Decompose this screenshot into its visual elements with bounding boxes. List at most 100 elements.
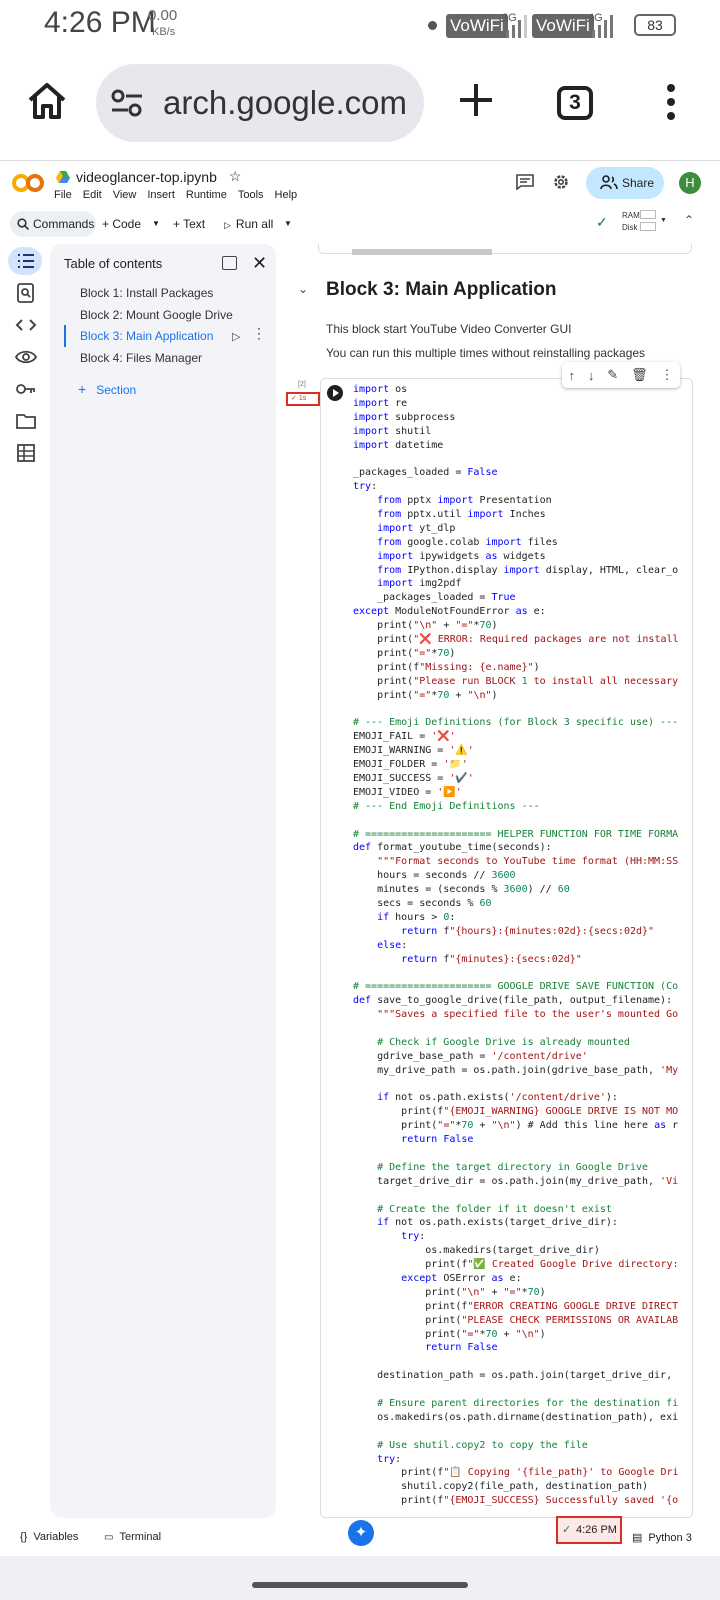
code-line: EMOJI_FAIL = '❌': [353, 731, 456, 743]
notebook-name[interactable]: videoglancer-top.ipynb: [76, 169, 217, 185]
add-code-button[interactable]: + Code: [102, 211, 141, 237]
toc-item-block2[interactable]: Block 2: Mount Google Drive: [80, 308, 233, 322]
code-line: print("="*70 + "\n") # Add this line her…: [353, 1120, 679, 1132]
menu-runtime[interactable]: Runtime: [186, 189, 227, 201]
code-line: # Create the folder if it doesn't exist: [353, 1203, 612, 1215]
runtime-button[interactable]: ▤ Python 3: [632, 1531, 692, 1544]
divider: [0, 160, 720, 161]
drive-icon: [56, 170, 70, 183]
toc-item-block4[interactable]: Block 4: Files Manager: [80, 351, 202, 365]
tab-switcher-button[interactable]: 3: [557, 86, 593, 120]
collapse-section-icon[interactable]: ⌄: [298, 282, 308, 296]
code-line: minutes = (seconds % 3600) // 60: [353, 884, 570, 896]
vowifi-badge: VoWiFi: [446, 14, 508, 38]
find-replace-icon[interactable]: [14, 281, 38, 305]
run-section-icon[interactable]: ▷: [232, 330, 240, 343]
run-all-button[interactable]: ▷ Run all: [224, 211, 273, 237]
move-up-icon[interactable]: ↑: [568, 368, 575, 383]
code-line: return False: [401, 1134, 474, 1146]
menu-insert[interactable]: Insert: [147, 189, 175, 201]
add-text-button[interactable]: + Text: [173, 211, 205, 237]
move-down-icon[interactable]: ↓: [588, 368, 595, 383]
run-cell-button[interactable]: [327, 385, 343, 401]
code-line: print("❌ ERROR: Required packages are no…: [353, 634, 679, 646]
signal-bars-icon-2: [590, 14, 613, 38]
server-icon: ▤: [632, 1532, 643, 1544]
more-vert-icon[interactable]: [666, 84, 676, 120]
execution-count: [2]: [298, 381, 306, 388]
delete-icon[interactable]: 🗑: [631, 367, 648, 383]
last-run-time[interactable]: ✓ 4:26 PM: [556, 1516, 622, 1544]
edit-with-ai-icon[interactable]: ✎: [607, 367, 618, 383]
run-all-dropdown-icon[interactable]: ▼: [284, 211, 292, 237]
home-icon[interactable]: [26, 80, 68, 122]
star-icon[interactable]: ☆: [229, 168, 242, 185]
menu-bar: File Edit View Insert Runtime Tools Help: [54, 189, 297, 201]
braces-icon: {}: [20, 1531, 28, 1543]
share-button[interactable]: Share: [586, 167, 664, 199]
commands-button[interactable]: Commands: [10, 211, 96, 237]
cell-more-icon[interactable]: ⋮: [661, 367, 674, 383]
horizontal-scrollbar[interactable]: [352, 249, 492, 255]
variables-button[interactable]: {} Variables: [20, 1531, 78, 1543]
code-line: import re: [353, 397, 408, 409]
avatar[interactable]: H: [679, 172, 701, 194]
toc-item-block3[interactable]: Block 3: Main Application: [80, 329, 213, 343]
toc-item-block1[interactable]: Block 1: Install Packages: [80, 286, 213, 300]
gear-icon[interactable]: [552, 173, 570, 191]
close-icon[interactable]: ✕: [252, 254, 267, 272]
secrets-key-icon[interactable]: [14, 377, 38, 401]
section-more-icon[interactable]: ⋮: [252, 326, 266, 340]
toc-title: Table of contents: [64, 256, 163, 271]
add-section-button[interactable]: + Section: [78, 381, 136, 397]
terminal-button[interactable]: ▭ Terminal: [104, 1531, 161, 1543]
site-settings-icon[interactable]: [110, 88, 144, 118]
table-of-contents-icon[interactable]: [14, 249, 38, 273]
menu-view[interactable]: View: [113, 189, 137, 201]
menu-edit[interactable]: Edit: [83, 189, 102, 201]
code-dropdown-icon[interactable]: ▼: [152, 211, 160, 237]
code-line: hours = seconds // 3600: [353, 870, 516, 882]
code-line: import subprocess: [353, 411, 456, 423]
collapse-header-icon[interactable]: ⌃: [684, 213, 694, 227]
code-snippets-icon[interactable]: [14, 313, 38, 337]
search-icon: [17, 218, 29, 230]
menu-tools[interactable]: Tools: [238, 189, 264, 201]
open-in-tab-icon[interactable]: [222, 256, 237, 270]
code-line: if not os.path.exists('/content/drive'):: [377, 1092, 618, 1104]
people-icon: [600, 175, 618, 190]
resource-indicator[interactable]: ✓ RAM Disk ▼: [596, 210, 667, 240]
code-line: _packages_loaded = False: [353, 467, 498, 479]
code-editor[interactable]: import os import re import subprocess impor…: [353, 383, 688, 1513]
code-line: os.makedirs(os.path.dirname(destination_…: [353, 1411, 679, 1423]
colab-logo-icon[interactable]: [12, 172, 44, 194]
code-line: return f"{minutes}:{secs:02d}": [401, 953, 582, 965]
code-line: def format_youtube_time(seconds):: [353, 842, 552, 854]
url-text[interactable]: arch.google.com: [163, 84, 407, 122]
code-line: print(f"Missing: {e.name}"): [353, 661, 540, 673]
code-line: os.makedirs(target_drive_dir): [353, 1245, 600, 1257]
new-tab-icon[interactable]: [458, 82, 494, 118]
comment-icon[interactable]: [516, 174, 534, 190]
code-line: import ipywidgets as widgets: [377, 550, 546, 562]
menu-help[interactable]: Help: [275, 189, 298, 201]
code-line: # Ensure parent directories for the dest…: [353, 1398, 679, 1410]
play-icon: ▷: [224, 220, 231, 230]
code-line: """Saves a specified file to the user's …: [377, 1009, 679, 1021]
gemini-icon[interactable]: ✦: [348, 1520, 374, 1546]
code-line: def save_to_google_drive(file_path, outp…: [353, 995, 673, 1007]
home-gesture-bar[interactable]: [252, 1582, 468, 1588]
code-line: print(f"{EMOJI_SUCCESS} Successfully sav…: [353, 1495, 679, 1507]
code-line: try:: [401, 1231, 426, 1243]
menu-file[interactable]: File: [54, 189, 72, 201]
data-table-icon[interactable]: [14, 441, 38, 465]
variables-inspector-icon[interactable]: [14, 345, 38, 369]
code-line: # Use shutil.copy2 to copy the file: [353, 1439, 588, 1451]
files-folder-icon[interactable]: [14, 409, 38, 433]
execution-status: ✓ 1s: [286, 392, 320, 406]
toc-panel: [50, 244, 276, 1518]
